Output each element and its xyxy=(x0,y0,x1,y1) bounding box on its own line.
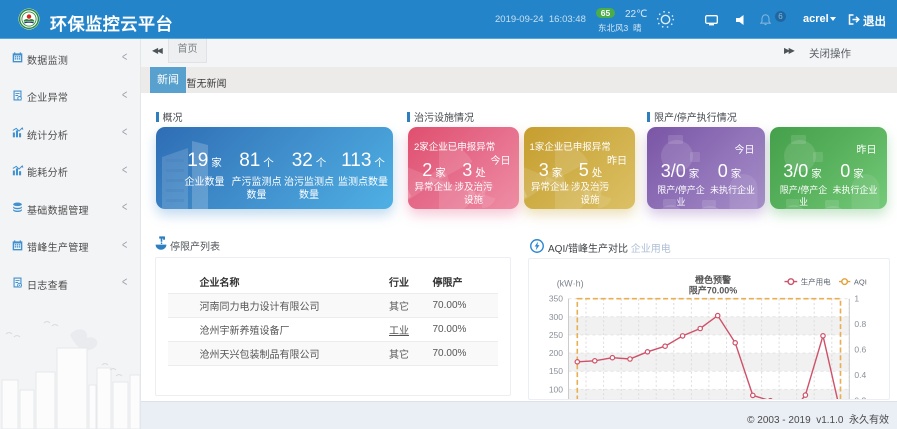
svg-text:300: 300 xyxy=(549,312,563,322)
svg-text:150: 150 xyxy=(549,366,563,376)
svg-text:AQI: AQI xyxy=(854,277,867,286)
svg-text:200: 200 xyxy=(549,348,563,358)
svg-text:0.2: 0.2 xyxy=(854,395,866,400)
svg-text:限产70.00%: 限产70.00% xyxy=(689,285,738,296)
svg-text:250: 250 xyxy=(549,330,563,340)
svg-text:350: 350 xyxy=(549,294,563,304)
svg-text:1: 1 xyxy=(854,294,859,304)
svg-text:100: 100 xyxy=(549,384,563,394)
svg-text:(kW·h): (kW·h) xyxy=(557,279,584,289)
svg-text:橙色预警: 橙色预警 xyxy=(695,274,731,285)
svg-text:0.4: 0.4 xyxy=(854,370,866,380)
svg-text:0.8: 0.8 xyxy=(854,319,866,329)
svg-text:0.6: 0.6 xyxy=(854,345,866,355)
svg-text:生产用电: 生产用电 xyxy=(801,276,831,286)
